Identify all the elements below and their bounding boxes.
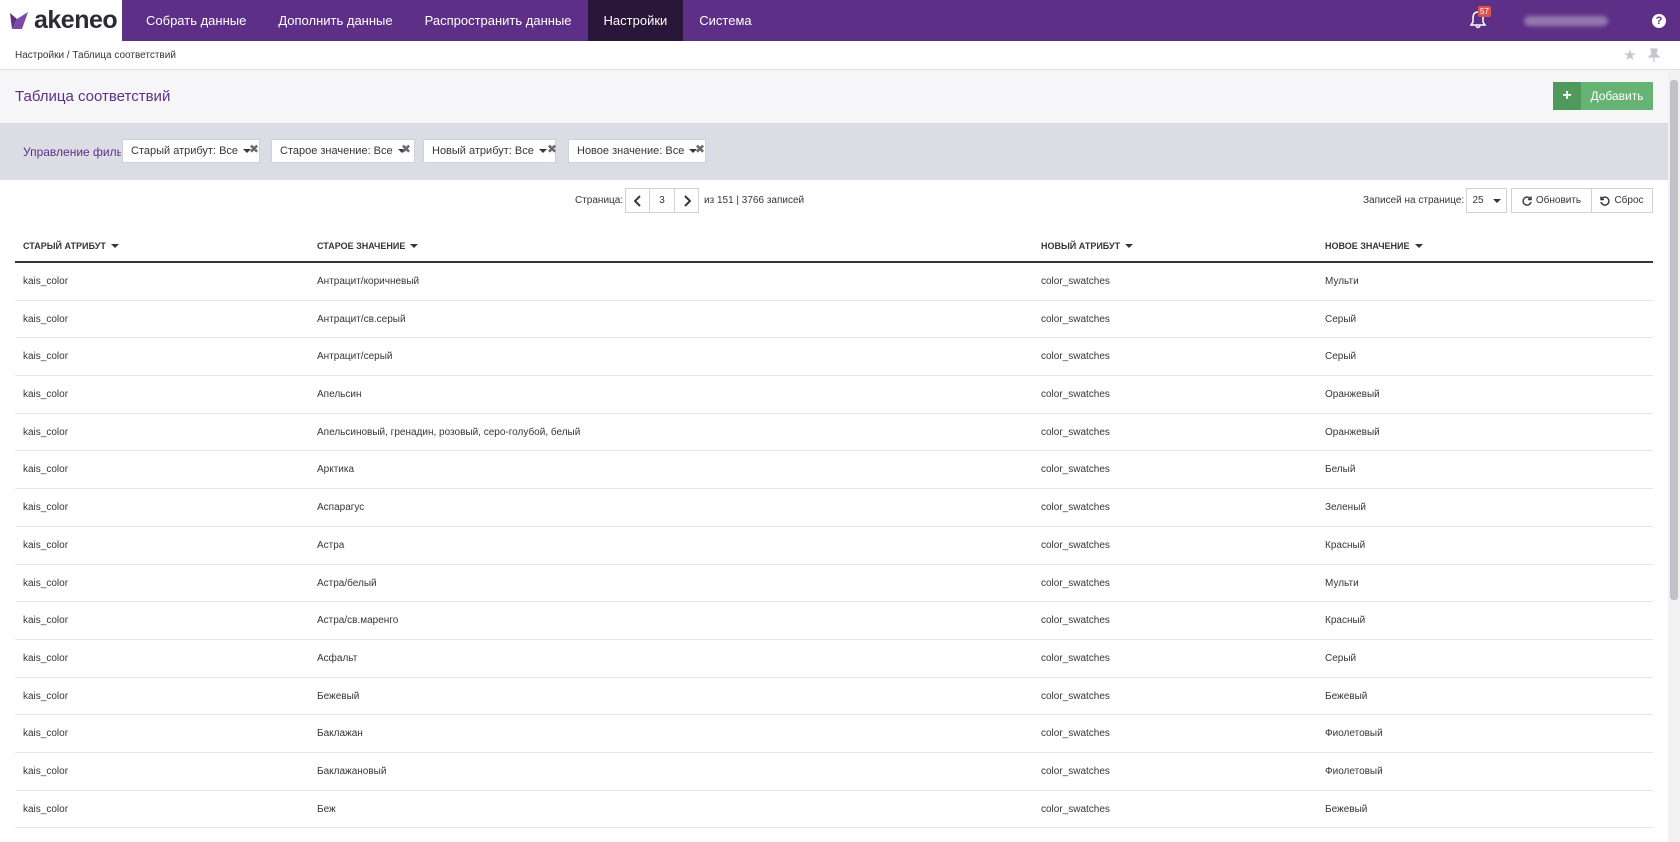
chevron-right-icon [683,194,691,207]
page-label: Страница: [575,195,624,206]
next-page-button[interactable] [674,188,699,213]
top-navigation-bar: akeneo Собрать данные Дополнить данные Р… [0,0,1680,41]
page-header: Таблица соответствий + Добавить [0,70,1668,124]
refresh-icon [1522,195,1532,206]
top-right-tools: 57 ? [1468,0,1680,41]
table-row[interactable]: kais_color Антрацит/св.серый color_swatche… [15,301,1653,339]
per-page-label: Записей на странице: [1363,195,1465,206]
reset-label: Сброс [1614,195,1644,206]
main-nav: Собрать данные Дополнить данные Распрост… [130,0,768,41]
table-row[interactable]: kais_color Астра/св.маренго color_swatches… [15,602,1653,640]
table-row[interactable]: kais_color Арктика color_swatches Белый [15,451,1653,490]
add-button-label: Добавить [1590,89,1644,103]
nav-system[interactable]: Система [683,0,767,41]
nav-settings[interactable]: Настройки [587,0,684,41]
breadcrumb-bar: Настройки / Таблица соответствий ★ [0,41,1680,70]
help-icon[interactable]: ? [1652,13,1666,28]
akeneo-logo-icon [10,11,28,29]
nav-collect[interactable]: Собрать данные [130,0,262,41]
nav-enrich[interactable]: Дополнить данные [262,0,408,41]
notifications-button[interactable]: 57 [1468,5,1491,32]
table-row[interactable]: kais_color Баклажановый color_swatches Фиол… [15,753,1653,791]
prev-page-button[interactable] [625,188,650,213]
filter-new-value-label: Новое значение: Все [577,145,685,157]
chevron-left-icon [633,194,641,207]
reset-icon [1600,195,1610,206]
table-row[interactable]: kais_color Баклажан color_swatches Фиолетов… [15,715,1653,753]
filter-old-attribute-remove-icon[interactable]: ✖ [249,142,259,156]
reset-button[interactable]: Сброс [1591,188,1653,213]
column-header-old-attribute[interactable]: Старый атрибут [23,241,119,251]
nav-spread[interactable]: Распространить данные [409,0,588,41]
page-scrollbar[interactable] [1668,70,1680,842]
filter-old-value-remove-icon[interactable]: ✖ [401,142,411,156]
filter-new-attribute[interactable]: Новый атрибут: Все [423,139,556,163]
sort-caret-icon [1125,244,1134,248]
page-number-input[interactable]: 3 [649,188,675,213]
column-header-old-value[interactable]: Старое значение [317,241,419,251]
filter-old-attribute[interactable]: Старый атрибут: Все [122,139,261,163]
filter-new-value[interactable]: Новое значение: Все [568,139,707,163]
table-row[interactable]: kais_color Аспарагус color_swatches Зеленый [15,489,1653,527]
page-title: Таблица соответствий [15,88,171,105]
filter-new-value-remove-icon[interactable]: ✖ [695,142,705,156]
caret-down-icon [538,149,547,153]
table-row[interactable]: kais_color Антрацит/коричневый color_swatc… [15,263,1653,301]
table-row[interactable]: kais_color Беж color_swatches Бежевый [15,791,1653,829]
akeneo-logo[interactable]: akeneo [0,0,122,41]
refresh-label: Обновить [1535,195,1582,206]
filter-old-attribute-label: Старый атрибут: Все [131,145,239,157]
table-row[interactable]: kais_color Бежевый color_swatches Бежевый [15,678,1653,716]
filter-new-attribute-remove-icon[interactable]: ✖ [547,142,557,156]
table-row[interactable]: kais_color Астра color_swatches Красный [15,527,1653,565]
per-page-value: 25 [1472,195,1484,206]
table-row[interactable]: kais_color Асфальт color_swatches Серый [15,640,1653,678]
table-row[interactable]: kais_color Антрацит/серый color_swatches Се… [15,338,1653,377]
user-menu[interactable] [1524,15,1608,26]
table-row[interactable]: kais_color Апельсиновый, гренадин, розовы… [15,414,1653,452]
sort-caret-icon [1414,244,1423,248]
pagination-info: из 151 | 3766 записей [704,195,805,206]
table-body: kais_color Антрацит/коричневый color_swatc… [15,263,1653,829]
plus-icon: + [1553,82,1581,110]
mapping-table: Старый атрибут Старое значение Новый атр… [15,230,1653,829]
pin-icon[interactable] [1646,47,1662,63]
scrollbar-thumb[interactable] [1670,80,1678,600]
sort-caret-icon [410,244,419,248]
sort-caret-icon [110,244,119,248]
table-row[interactable]: kais_color Астра/белый color_swatches Мульт… [15,565,1653,603]
star-icon[interactable]: ★ [1622,47,1638,64]
table-header: Старый атрибут Старое значение Новый атр… [15,230,1653,263]
filter-bar: Управление фильтрами Старый атрибут: Все… [0,124,1668,180]
breadcrumb[interactable]: Настройки / Таблица соответствий [15,50,176,61]
filter-new-attribute-label: Новый атрибут: Все [432,145,534,157]
add-button[interactable]: + Добавить [1553,82,1653,110]
logo-text: akeneo [34,6,118,34]
column-header-new-attribute[interactable]: Новый атрибут [1041,241,1134,251]
refresh-button[interactable]: Обновить [1511,188,1592,213]
per-page-select[interactable]: 25 [1466,188,1507,213]
table-row[interactable]: kais_color Апельсин color_swatches Оранжевы… [15,376,1653,414]
breadcrumb-actions: ★ [1622,47,1662,64]
column-header-new-value[interactable]: Новое значение [1325,241,1423,251]
caret-down-icon [1492,198,1501,203]
notifications-badge: 57 [1478,5,1491,17]
manage-filters-button[interactable]: Управление фильтрами [23,145,121,159]
filter-old-value[interactable]: Старое значение: Все [271,139,415,163]
filter-old-value-label: Старое значение: Все [280,145,393,157]
